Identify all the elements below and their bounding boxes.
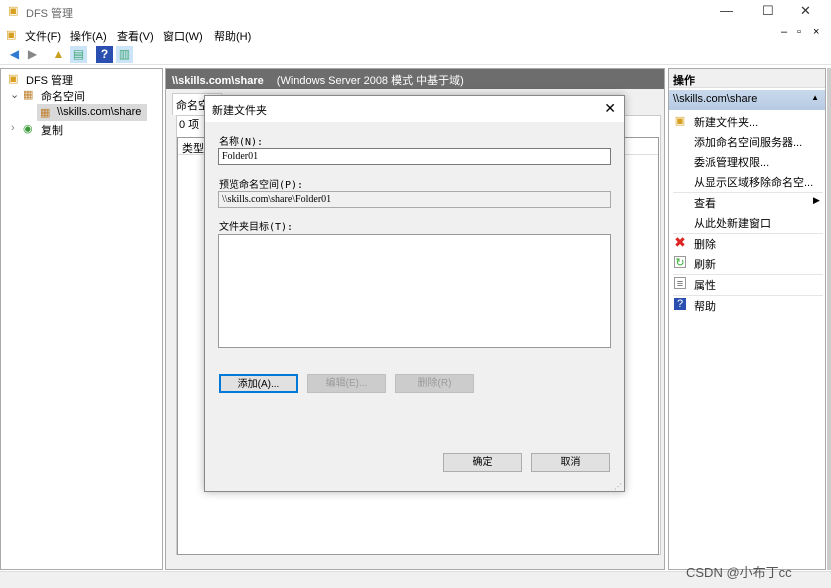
dialog-title: 新建文件夹 <box>212 105 267 117</box>
tree-namespaces[interactable]: 命名空间 <box>41 88 85 104</box>
new-folder-dialog: 新建文件夹 ✕ 名称(N): Folder01 预览命名空间(P): \\ski… <box>204 95 625 492</box>
dialog-close-button[interactable]: ✕ <box>604 100 616 117</box>
action-help[interactable]: 帮助 <box>694 298 716 314</box>
header-title: \\skills.com\share <box>172 75 264 87</box>
dfs-app-icon: ▣ <box>8 5 19 17</box>
menu-action[interactable]: 操作(A) <box>70 28 107 44</box>
action-delete[interactable]: 删除 <box>694 236 716 252</box>
expand-chevron-icon[interactable]: ⌄ <box>10 88 19 101</box>
action-new-folder[interactable]: 新建文件夹... <box>694 114 758 130</box>
submenu-arrow-icon: ▶ <box>813 195 820 205</box>
resize-grip-icon[interactable]: ⋰ <box>614 482 622 491</box>
cancel-button[interactable]: 取消 <box>531 453 610 472</box>
section-title: \\skills.com\share <box>673 93 758 105</box>
window-title: DFS 管理 <box>26 8 74 20</box>
child-close-button[interactable]: × <box>813 26 819 38</box>
item-count: 0 项 <box>179 119 200 131</box>
title-bar: ▣ DFS 管理 — ☐ ✕ <box>0 0 831 23</box>
remove-button[interactable]: 删除(R) <box>395 374 474 393</box>
action-new-window[interactable]: 从此处新建窗口 <box>694 215 771 231</box>
action-remove-from-display[interactable]: 从显示区域移除命名空... <box>694 174 813 190</box>
menu-file[interactable]: 文件(F) <box>25 28 61 44</box>
menu-window[interactable]: 窗口(W) <box>163 28 203 44</box>
edit-button[interactable]: 编辑(E)... <box>307 374 386 393</box>
child-minimize-button[interactable]: ‒ <box>781 26 787 38</box>
replication-icon: ◉ <box>23 123 33 135</box>
forward-icon[interactable]: ▶ <box>24 46 41 63</box>
delete-icon: ✖ <box>674 234 686 250</box>
action-properties[interactable]: 属性 <box>694 277 716 293</box>
action-refresh[interactable]: 刷新 <box>694 256 716 272</box>
preview-namespace-field: \\skills.com\share\Folder01 <box>218 191 611 208</box>
tree-dfs-management[interactable]: DFS 管理 <box>26 72 73 88</box>
action-view[interactable]: 查看 <box>694 195 716 211</box>
tree-share[interactable]: \\skills.com\share <box>57 106 141 118</box>
menu-bar: ▣ 文件(F) 操作(A) 查看(V) 窗口(W) 帮助(H) ‒ ▫ × <box>0 24 831 44</box>
show-action-pane-icon[interactable]: ▥ <box>116 46 133 63</box>
folder-targets-list[interactable] <box>218 234 611 348</box>
folder-targets-label: 文件夹目标(T): <box>219 222 294 233</box>
help-icon: ? <box>674 298 686 310</box>
mmc-icon: ▣ <box>6 29 17 41</box>
child-restore-button[interactable]: ▫ <box>797 26 801 38</box>
tree-replication[interactable]: 复制 <box>41 122 63 138</box>
collapse-chevron-icon[interactable]: › <box>11 122 15 134</box>
help-icon[interactable]: ? <box>96 46 113 63</box>
actions-section-header[interactable]: \\skills.com\share ▲ <box>669 90 825 110</box>
refresh-icon: ↻ <box>674 256 686 269</box>
name-input[interactable]: Folder01 <box>218 148 611 165</box>
new-folder-icon: ▣ <box>674 115 686 127</box>
share-namespace-icon: ▦ <box>40 107 51 119</box>
ok-button[interactable]: 确定 <box>443 453 522 472</box>
watermark: CSDN @小布丁cc <box>686 565 792 580</box>
show-console-tree-icon[interactable]: ▤ <box>70 46 87 63</box>
minimize-button[interactable]: — <box>720 3 733 18</box>
actions-title: 操作 <box>669 69 825 88</box>
close-button[interactable]: ✕ <box>800 3 811 19</box>
namespace-icon: ▦ <box>23 89 34 101</box>
maximize-button[interactable]: ☐ <box>762 3 774 19</box>
collapse-up-icon[interactable]: ▲ <box>811 93 819 102</box>
up-folder-icon[interactable]: ▲ <box>50 46 67 63</box>
back-icon[interactable]: ◀ <box>6 46 23 63</box>
actions-pane: 操作 \\skills.com\share ▲ ▣ 新建文件夹... 添加命名空… <box>668 68 826 570</box>
dialog-title-bar: 新建文件夹 ✕ <box>205 96 624 122</box>
action-add-namespace-server[interactable]: 添加命名空间服务器... <box>694 134 802 150</box>
background-window-edge <box>827 68 831 570</box>
console-tree: ▣ DFS 管理 ⌄ ▦ 命名空间 ▦ \\skills.com\share ›… <box>0 68 163 570</box>
dfs-icon: ▣ <box>8 73 19 85</box>
add-button[interactable]: 添加(A)... <box>219 374 298 393</box>
menu-view[interactable]: 查看(V) <box>117 28 154 44</box>
results-header: \\skills.com\share (Windows Server 2008 … <box>166 69 664 89</box>
header-subtitle: (Windows Server 2008 模式 中基于域) <box>276 75 464 87</box>
toolbar: ◀ ▶ ▲ ▤ ? ▥ <box>0 44 831 65</box>
name-label: 名称(N): <box>219 137 264 148</box>
action-delegate-permissions[interactable]: 委派管理权限... <box>694 154 769 170</box>
menu-help[interactable]: 帮助(H) <box>214 28 251 44</box>
preview-label: 预览命名空间(P): <box>219 180 304 191</box>
properties-icon: ≡ <box>674 277 686 290</box>
